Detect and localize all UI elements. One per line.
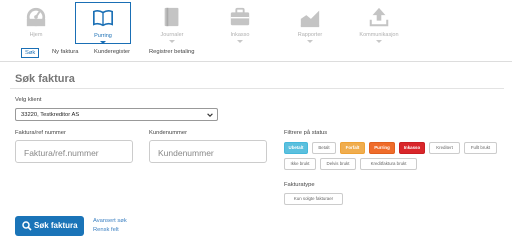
status-ubetalt[interactable]: Ubetalt (284, 142, 308, 154)
nav-label: Inkasso (230, 32, 250, 38)
status-betalt[interactable]: Betalt (312, 142, 336, 154)
search-icon (22, 221, 32, 231)
search-invoice-button[interactable]: Søk faktura (15, 216, 84, 236)
chevron-down-icon (237, 40, 243, 43)
chevron-down-icon (169, 40, 175, 43)
journal-icon (164, 7, 179, 27)
status-fullt-brukt[interactable]: Fullt brukt (464, 142, 497, 154)
nav-inkasso[interactable]: Inkasso (212, 2, 268, 44)
sub-navigation: Søk Ny faktura Kunderegister Registrer b… (0, 46, 512, 62)
chevron-down-icon (376, 40, 382, 43)
nav-label: Purring (94, 33, 112, 39)
nav-kommunikasjon[interactable]: Kommunikasjon (351, 2, 407, 44)
customer-number-placeholder: Kundenummer (158, 148, 214, 158)
chevron-down-icon (307, 40, 313, 43)
invoice-number-input[interactable]: Faktura/ref.nummer (15, 140, 133, 163)
invoice-type-label: Fakturatype (284, 182, 315, 188)
status-purring[interactable]: Purring (369, 142, 395, 154)
nav-rapporter[interactable]: Rapporter (282, 2, 338, 44)
client-label: Velg klient (15, 97, 42, 103)
divider (10, 88, 504, 89)
subnav-ny-faktura[interactable]: Ny faktura (52, 49, 78, 55)
status-delvis-brukt[interactable]: Delvis brukt (320, 158, 356, 170)
status-inkasso[interactable]: Inkasso (399, 142, 425, 154)
chevron-down-icon (100, 41, 106, 44)
status-kreditfaktura-brukt[interactable]: Kreditfaktura brukt (360, 158, 417, 170)
client-select[interactable]: 33220, Testkreditor AS (15, 108, 218, 121)
dashboard-icon (26, 7, 46, 27)
customer-label: Kundenummer (149, 130, 188, 136)
nav-purring[interactable]: Purring (75, 2, 131, 44)
status-filter-label: Filtrere på status (284, 130, 328, 136)
customer-number-input[interactable]: Kundenummer (149, 140, 267, 163)
advanced-search-link[interactable]: Avansert søk (93, 218, 127, 224)
chevron-down-icon (207, 113, 213, 117)
book-open-icon (93, 10, 113, 27)
search-invoice-label: Søk faktura (34, 221, 78, 230)
status-ikke-brukt[interactable]: Ikke brukt (284, 158, 316, 170)
subnav-registrer-betaling[interactable]: Registrer betaling (149, 49, 194, 55)
upload-icon (369, 7, 389, 27)
page-title: Søk faktura (15, 73, 75, 85)
nav-label: Hjem (29, 32, 43, 38)
chart-icon (300, 10, 320, 28)
clear-fields-link[interactable]: Rensk felt (93, 227, 119, 233)
nav-hjem[interactable]: Hjem (8, 2, 64, 44)
top-navigation: Hjem Purring Journaler Inkasso Rapporter… (0, 0, 512, 44)
invoice-number-placeholder: Faktura/ref.nummer (24, 148, 99, 158)
nav-journaler[interactable]: Journaler (144, 2, 200, 44)
subnav-sok[interactable]: Søk (21, 48, 40, 58)
status-kreditert[interactable]: Kreditert (429, 142, 460, 154)
invoice-type-sold-only[interactable]: Kun solgte fakturaer (284, 193, 343, 205)
nav-label: Rapporter (297, 32, 323, 38)
status-forfalt[interactable]: Forfalt (340, 142, 365, 154)
briefcase-icon (230, 7, 250, 26)
client-select-value: 33220, Testkreditor AS (21, 112, 80, 118)
invoice-label: Faktura/ref nummer (15, 130, 66, 136)
nav-label: Journaler (160, 32, 184, 38)
nav-label: Kommunikasjon (359, 32, 399, 38)
subnav-kunderegister[interactable]: Kunderegister (94, 49, 130, 55)
